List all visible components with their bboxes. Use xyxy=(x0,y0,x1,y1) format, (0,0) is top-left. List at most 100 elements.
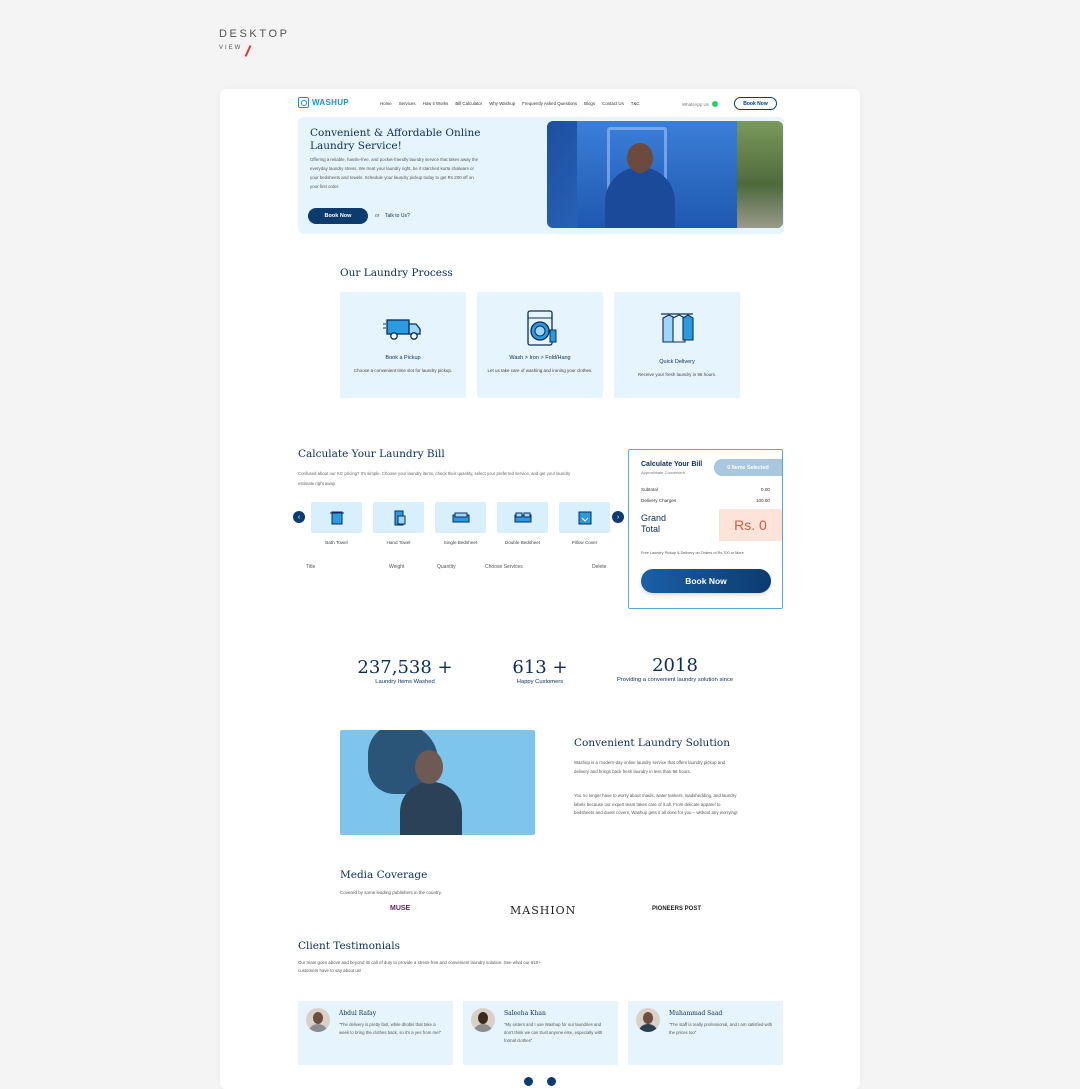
grand-total-label-line2: Total xyxy=(641,524,661,534)
delivery-value: 100.00 xyxy=(755,498,770,503)
item-single-bedsheet[interactable]: Single Bedsheet xyxy=(435,502,486,545)
testimonials-subtitle: Our team goes above and beyond its call … xyxy=(298,960,541,973)
process-step-desc: Choose a convenient time slot for laundr… xyxy=(353,368,453,373)
nav-home[interactable]: Home xyxy=(380,101,392,106)
view-label-sub: VIEW xyxy=(219,45,243,51)
media-logo-mashion[interactable]: MASHION xyxy=(510,904,576,917)
talk-to-us-link[interactable]: Talk to Us? xyxy=(385,213,410,219)
grand-total-label-line1: Grand xyxy=(641,513,667,523)
stat-since: 2018 Providing a convenient laundry solu… xyxy=(610,655,740,684)
media-logo-pioneers-post[interactable]: PIONEERS POST xyxy=(652,906,701,912)
calculator-title: Calculate Your Laundry Bill xyxy=(298,448,445,460)
free-delivery-note: Free Laundry Pickup & Delivery on Orders… xyxy=(641,551,744,555)
carousel-dot[interactable] xyxy=(524,1077,533,1086)
desktop-frame: WASHUP Home Services How it Works Bill C… xyxy=(220,89,860,1089)
delivery-label: Delivery Charges xyxy=(641,498,677,503)
item-icon-box xyxy=(373,502,424,533)
site-logo[interactable]: WASHUP xyxy=(298,97,349,108)
item-hand-towel[interactable]: Hand Towel xyxy=(373,502,424,545)
process-card-wash: Wash > Iron > Fold/Hang Let us take care… xyxy=(477,292,603,398)
item-label: Double Bedsheet xyxy=(504,540,541,545)
item-icon-box xyxy=(435,502,486,533)
media-logo-muse[interactable]: MUSE xyxy=(390,905,410,912)
item-double-bedsheet[interactable]: Double Bedsheet xyxy=(497,502,548,545)
summary-book-now-button[interactable]: Book Now xyxy=(641,569,771,593)
single-bed-icon xyxy=(452,512,469,522)
subtotal-row: Subtotal 0.00 xyxy=(641,487,770,492)
column-title: Title xyxy=(306,564,316,570)
item-icon-box xyxy=(497,502,548,533)
bill-summary-card: Calculate Your Bill Approximate Convenie… xyxy=(628,449,783,609)
item-label: Single Bedsheet xyxy=(443,540,478,545)
washing-machine-icon xyxy=(527,310,557,346)
summary-subtitle: Approximate Convenient xyxy=(641,470,685,475)
double-bed-icon xyxy=(514,512,531,522)
media-title: Media Coverage xyxy=(340,869,428,881)
main-nav: Home Services How it Works Bill Calculat… xyxy=(380,101,640,106)
item-label: Pillow Cover xyxy=(571,540,598,545)
process-card-pickup: Book a Pickup Choose a convenient time s… xyxy=(340,292,466,398)
avatar xyxy=(636,1008,660,1032)
testimonial-card: Saleeha Khan "My sisters and I use Washu… xyxy=(463,1001,618,1065)
nav-faq[interactable]: Frequently Asked Questions xyxy=(522,101,577,106)
hand-towel-icon xyxy=(394,510,405,525)
hero-text: Offering a reliable, hassle-free, and po… xyxy=(310,157,479,189)
washing-machine-logo-icon xyxy=(298,97,309,108)
testimonial-quote: "My sisters and I use Washup for our lau… xyxy=(504,1022,603,1043)
worker-head xyxy=(627,143,653,173)
stat-value: 237,538 + xyxy=(357,657,453,678)
nav-tnc[interactable]: T&C xyxy=(631,101,640,106)
column-delete: Delete xyxy=(592,564,607,570)
column-weight: Weight xyxy=(389,564,405,570)
testimonial-card: Abdul Rafay "The delivery is pretty fast… xyxy=(298,1001,453,1065)
nav-contact[interactable]: Contact Us xyxy=(602,101,624,106)
column-quantity: Quantity xyxy=(437,564,456,570)
carousel-prev-button[interactable]: ‹ xyxy=(293,511,305,523)
process-step-desc: Receive your fresh laundry in 96 hours. xyxy=(637,372,717,377)
testimonial-quote: "The staff is really professional, and I… xyxy=(669,1022,773,1035)
solution-image xyxy=(340,730,535,835)
process-step-desc: Let us take care of washing and ironing … xyxy=(487,368,593,373)
grand-total-label: Grand Total xyxy=(641,513,666,535)
nav-services[interactable]: Services xyxy=(399,101,416,106)
item-icon-box xyxy=(559,502,610,533)
nav-why-washup[interactable]: Why Washup xyxy=(489,101,515,106)
worker-face xyxy=(415,750,443,784)
summary-title: Calculate Your Bill xyxy=(641,461,703,468)
whatsapp-link[interactable]: WhatsApp Us xyxy=(682,101,718,107)
hero-book-now-button[interactable]: Book Now xyxy=(308,208,368,224)
view-label-title: DESKTOP xyxy=(219,28,290,40)
nav-blogs[interactable]: Blogs xyxy=(584,101,595,106)
whatsapp-icon xyxy=(711,101,718,107)
testimonial-name: Abdul Rafay xyxy=(339,1010,377,1017)
stat-label: Providing a convenient laundry solution … xyxy=(616,677,733,683)
delivery-row: Delivery Charges 100.00 xyxy=(641,498,770,503)
testimonial-name: Saleeha Khan xyxy=(504,1010,546,1017)
hero-title: Convenient & Affordable Online Laundry S… xyxy=(310,127,481,152)
process-step-title: Book a Pickup xyxy=(385,355,421,361)
nav-book-now-button[interactable]: Book Now xyxy=(734,97,777,110)
solution-title: Convenient Laundry Solution xyxy=(574,737,730,749)
testimonial-name: Muhammad Saad xyxy=(669,1010,723,1017)
item-bath-towel[interactable]: Bath Towel xyxy=(311,502,362,545)
view-label: DESKTOP VIEW xyxy=(219,28,290,57)
testimonial-card: Muhammad Saad "The staff is really profe… xyxy=(628,1001,783,1065)
stat-happy-customers: 613 + Happy Customers xyxy=(490,657,590,686)
process-step-title: Quick Delivery xyxy=(659,359,695,365)
process-title: Our Laundry Process xyxy=(340,267,453,279)
worker-body xyxy=(400,782,462,835)
testimonial-quote: "The delivery is pretty fast, while dhob… xyxy=(339,1022,442,1035)
stat-value: 2018 xyxy=(652,655,698,676)
hero-image xyxy=(547,121,783,228)
carousel-next-button[interactable]: › xyxy=(612,511,624,523)
stat-items-washed: 237,538 + Laundry Items Washed xyxy=(350,657,460,686)
nav-bill-calculator[interactable]: Bill Calculator xyxy=(455,101,482,106)
process-step-title: Wash > Iron > Fold/Hang xyxy=(509,355,571,361)
item-icon-box xyxy=(311,502,362,533)
truck-icon xyxy=(383,319,421,340)
item-pillow-cover[interactable]: Pillow Cover xyxy=(559,502,610,545)
nav-how-it-works[interactable]: How it Works xyxy=(423,101,449,106)
carousel-dot[interactable] xyxy=(547,1077,556,1086)
column-services: Choose Services xyxy=(485,564,523,570)
process-card-delivery: Quick Delivery Receive your fresh laundr… xyxy=(614,292,740,398)
